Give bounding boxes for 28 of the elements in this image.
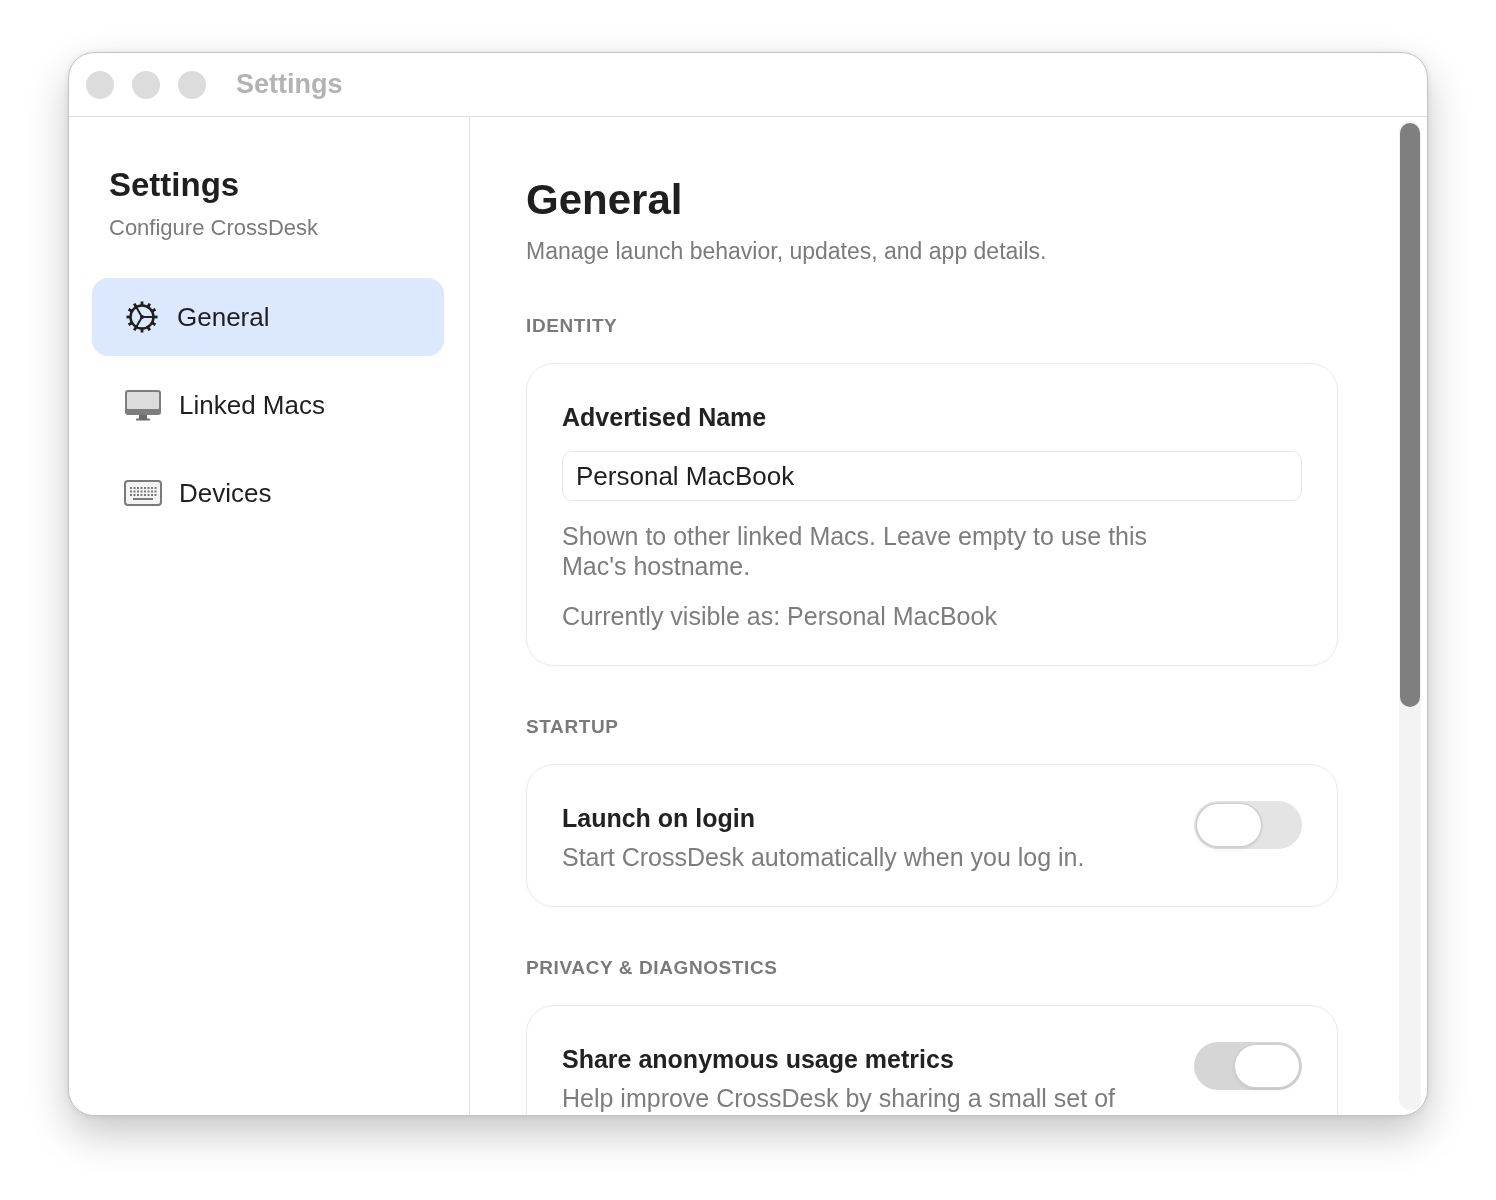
minimize-button[interactable]: [132, 70, 160, 99]
sidebar-item[interactable]: Linked Macs: [92, 366, 444, 444]
section-heading: PRIVACY & DIAGNOSTICS: [526, 956, 779, 980]
window-title: Settings: [236, 69, 343, 100]
zoom-button[interactable]: [178, 70, 206, 99]
toggle-switch[interactable]: [1194, 801, 1302, 849]
close-button[interactable]: [86, 70, 114, 99]
monitor-icon: [124, 389, 162, 421]
sidebar-title: Settings: [109, 165, 241, 205]
field-label: Advertised Name: [562, 402, 768, 433]
sidebar-subtitle: Configure CrossDesk: [109, 214, 320, 242]
toggle-switch[interactable]: [1194, 1042, 1302, 1090]
section-heading: IDENTITY: [526, 314, 619, 338]
text-field[interactable]: Personal MacBook: [562, 451, 1302, 501]
setting-label: Launch on login: [562, 803, 757, 834]
sidebar-item[interactable]: Devices: [92, 454, 444, 532]
setting-label: Share anonymous usage metrics: [562, 1044, 955, 1075]
help-text: Shown to other linked Macs. Leave empty to use this Mac's hostname.: [562, 521, 1149, 581]
sidebar-item[interactable]: General: [92, 278, 444, 356]
scrollbar-thumb[interactable]: [1400, 123, 1420, 707]
keyboard-icon: [124, 480, 162, 506]
setting-description: Start CrossDesk automatically when you log in.: [562, 842, 1086, 872]
section-heading: STARTUP: [526, 715, 620, 739]
page-title: General: [526, 175, 684, 225]
page-subtitle: Manage launch behavior, updates, and app details.: [526, 237, 1048, 266]
gear-icon: [124, 299, 160, 335]
setting-description: Help improve CrossDesk by sharing a small set of: [562, 1083, 1116, 1113]
status-text: Currently visible as: Personal MacBook: [562, 601, 998, 631]
